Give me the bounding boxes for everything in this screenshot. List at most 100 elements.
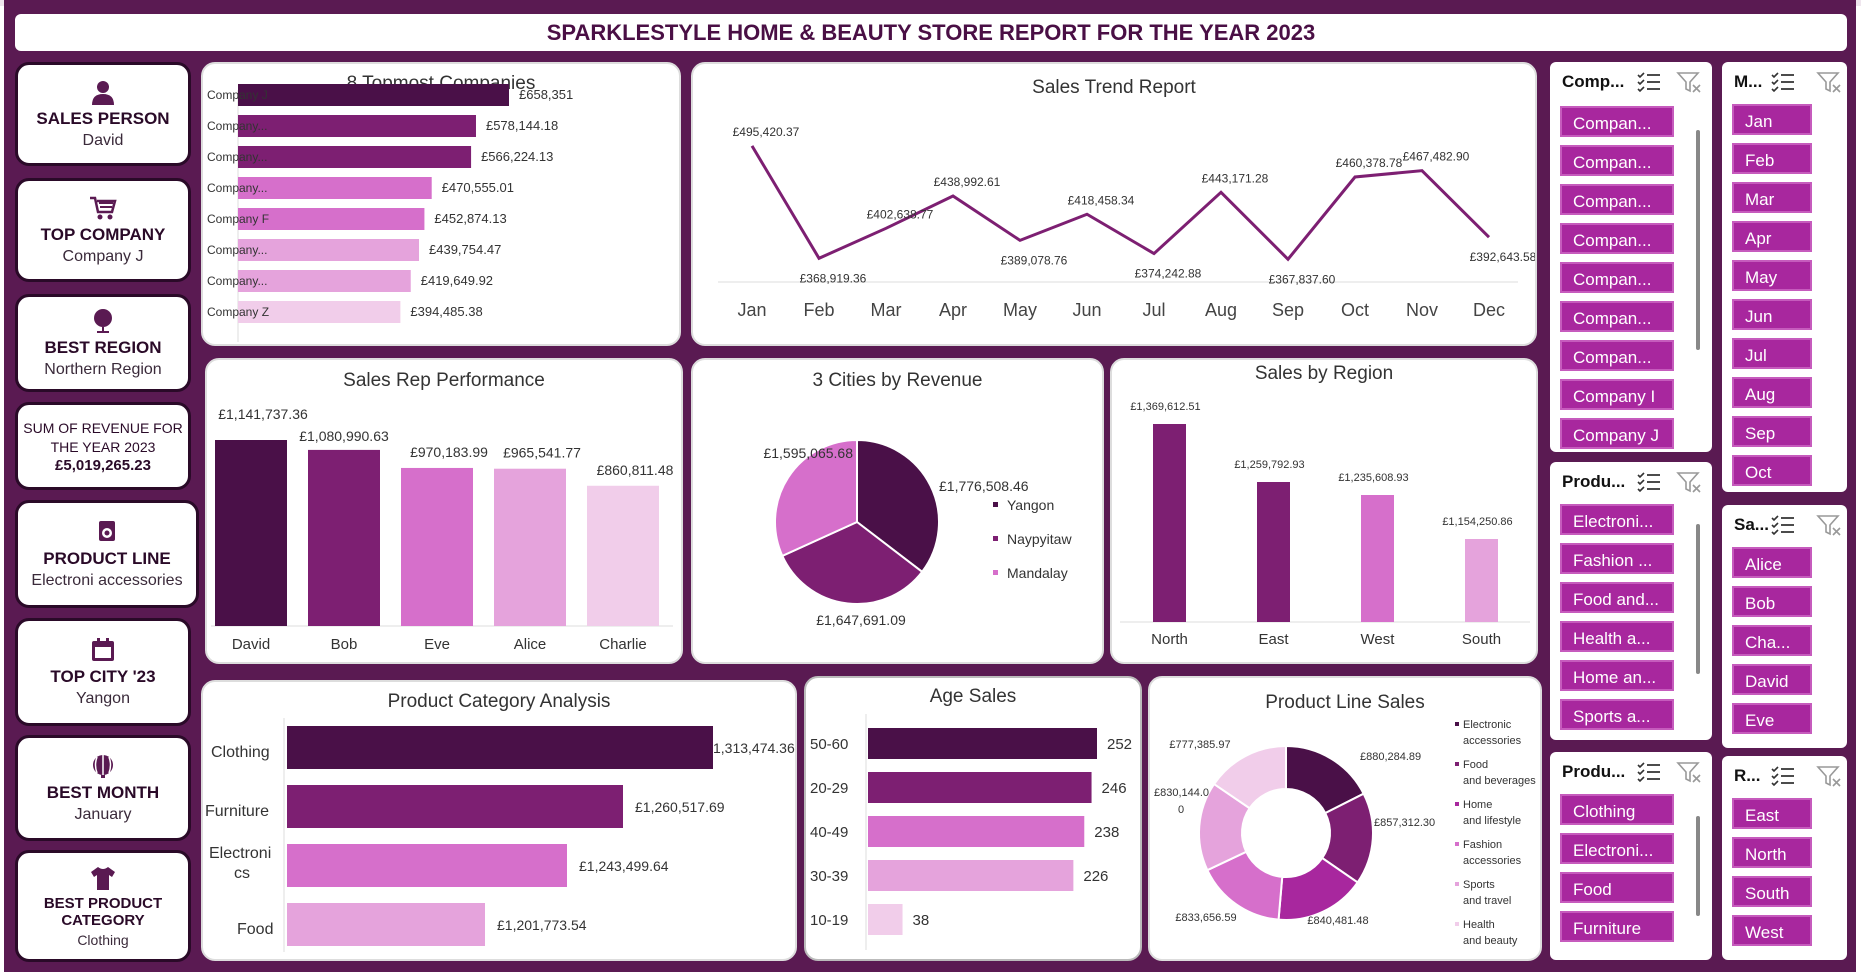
slicer-item[interactable]: Sep [1732,416,1812,447]
legend-label: accessories [1463,855,1522,867]
tick-label: South [1462,631,1501,648]
slicer-item[interactable]: Eve [1732,703,1812,734]
scrollbar[interactable] [1696,130,1700,350]
data-label: 246 [1102,780,1127,797]
data-label: £1,260,517.69 [635,799,725,815]
card-region: Sales by Region £1,369,612.51 North £1,259… [1110,358,1538,664]
category-label: Food [237,921,273,938]
slicer-item[interactable]: South [1732,876,1812,907]
slicer-item[interactable]: David [1732,664,1812,695]
slicer-item[interactable]: Company I [1560,379,1674,410]
data-label: £566,224.13 [481,149,553,164]
category-label: Company... [207,150,267,164]
category-label: Company... [207,274,267,288]
multi-select-icon[interactable] [1770,764,1796,788]
slicer-item[interactable]: Compan... [1560,262,1674,293]
multi-select-icon[interactable] [1636,70,1662,94]
slicer-item[interactable]: Company J [1560,418,1674,449]
multi-select-icon[interactable] [1636,470,1662,494]
legend-swatch [993,502,998,507]
report-title: SPARKLESTYLE HOME & BEAUTY STORE REPORT … [15,14,1847,51]
kpi-label: SUM OF REVENUE FOR [23,419,183,436]
clear-filter-icon[interactable] [1676,760,1702,784]
slicer-item[interactable]: Jun [1732,299,1812,330]
card-sales-rep: Sales Rep Performance £1,141,737.36 David… [205,358,683,664]
slicer-item[interactable]: Mar [1732,182,1812,213]
multi-select-icon[interactable] [1770,513,1796,537]
slicer-item[interactable]: May [1732,260,1812,291]
tick-label: Nov [1406,300,1438,320]
clear-filter-icon[interactable] [1816,764,1842,788]
slicer-item[interactable]: Electroni... [1560,833,1674,864]
slicer-item[interactable]: Health a... [1560,621,1674,652]
slicer-item[interactable]: Feb [1732,143,1812,174]
multi-select-icon[interactable] [1636,760,1662,784]
bar [587,485,659,626]
kpi-top-company: TOP COMPANY Company J [15,178,191,282]
slicer-item[interactable]: Home an... [1560,660,1674,691]
legend-swatch [1455,842,1459,846]
category-label: Furniture [205,803,269,820]
slicer-item[interactable]: Aug [1732,377,1812,408]
bar [287,844,567,887]
clear-filter-icon[interactable] [1676,470,1702,494]
multi-select-icon[interactable] [1770,70,1796,94]
slicer-item[interactable]: Compan... [1560,223,1674,254]
tick-label: Bob [331,636,358,653]
category-label: Company F [207,212,269,226]
slicer-item[interactable]: Sports a... [1560,699,1674,730]
tick-label: North [1151,631,1188,648]
bar [401,467,473,626]
slicer-item[interactable]: West [1732,915,1812,946]
slicer-item[interactable]: Cha... [1732,625,1812,656]
kpi-revenue: SUM OF REVENUE FOR THE YEAR 2023 £5,019,… [15,402,191,490]
slicer-item[interactable]: Fashion ... [1560,543,1674,574]
slicer-item[interactable]: Jan [1732,104,1812,135]
data-label: £368,919.36 [800,271,867,285]
slicer-item[interactable]: Apr [1732,221,1812,252]
data-label: £840,481.48 [1307,915,1368,927]
data-label: £418,458.34 [1068,193,1135,207]
category-label: Company J [207,88,268,102]
legend-swatch [993,570,998,575]
slicer-item[interactable]: Compan... [1560,106,1674,137]
data-label: £1,259,792.93 [1234,459,1304,471]
slicer-item[interactable]: Compan... [1560,145,1674,176]
slicer-item[interactable]: Bob [1732,586,1812,617]
kpi-label: TOP CITY '23 [50,666,156,686]
slicer-title: Comp... [1562,72,1625,91]
scrollbar[interactable] [1696,524,1700,674]
slicer-item[interactable]: Food [1560,872,1674,903]
kpi-label: PRODUCT LINE [43,548,171,568]
slicer-item[interactable]: Oct [1732,455,1812,486]
clear-filter-icon[interactable] [1676,70,1702,94]
slicer-item[interactable]: Furniture [1560,911,1674,942]
slicer-item[interactable]: Compan... [1560,340,1674,371]
slicer-item[interactable]: Food and... [1560,582,1674,613]
slicer-salesperson: Sa... Alice Bob Cha... David Eve [1722,505,1847,748]
data-label: £1,595,065.68 [763,445,853,461]
bar [868,816,1085,847]
slicer-item[interactable]: North [1732,837,1812,868]
slicer-item[interactable]: East [1732,798,1812,829]
kpi-product-line: PRODUCT LINE Electroni accessories [15,500,199,608]
clear-filter-icon[interactable] [1816,513,1842,537]
slicer-item[interactable]: Electroni... [1560,504,1674,535]
category-label: 50-60 [810,736,848,753]
globe-icon [94,308,112,333]
data-label: 1,313,474.36 [713,740,795,756]
data-label: £1,141,737.36 [218,406,308,422]
slicer-item[interactable]: Compan... [1560,301,1674,332]
data-label: £1,235,608.93 [1338,472,1408,484]
slicer-month: M... Jan Feb Mar Apr May Jun Jul Aug Sep Oct [1722,62,1847,492]
data-label: £394,485.38 [410,304,482,319]
slicer-item[interactable]: Clothing [1560,794,1674,825]
clear-filter-icon[interactable] [1816,70,1842,94]
slicer-item[interactable]: Jul [1732,338,1812,369]
slicer-item[interactable]: Alice [1732,547,1812,578]
kpi-best-category: BEST PRODUCT CATEGORY Clothing [15,850,191,962]
scrollbar[interactable] [1696,816,1700,916]
slicer-item[interactable]: Compan... [1560,184,1674,215]
cart-icon [90,196,117,219]
bar [215,440,287,626]
